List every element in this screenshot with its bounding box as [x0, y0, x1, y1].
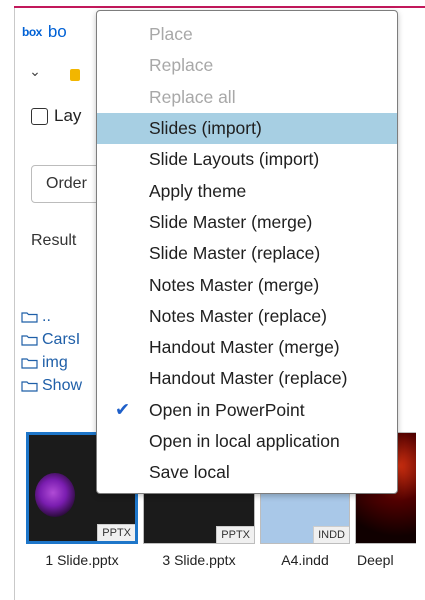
folder-list: .. CarsI img Show [21, 305, 82, 397]
menu-item-label: Slide Layouts (import) [149, 149, 320, 170]
folder-label: .. [42, 307, 51, 325]
file-type-badge: PPTX [97, 524, 135, 541]
menu-item-label: Handout Master (replace) [149, 368, 348, 389]
file-name: 3 Slide.pptx [162, 552, 236, 568]
menu-item-label: Open in local application [149, 431, 340, 451]
menu-item-label: Apply theme [149, 180, 247, 201]
menu-item-label: Open in PowerPoint [149, 399, 305, 420]
layout-checkbox[interactable] [31, 107, 48, 125]
menu-item-label: Notes Master (replace) [149, 305, 327, 326]
menu-item-label: Save local [149, 462, 230, 483]
menu-item-place[interactable]: Place [97, 19, 397, 50]
menu-item-apply-theme[interactable]: Apply theme [97, 175, 397, 206]
menu-item-label: Replace all [149, 86, 236, 107]
file-type-badge: INDD [313, 526, 349, 543]
menu-item-slides-import[interactable]: Slides (import) [97, 112, 397, 145]
folder-item-show[interactable]: Show [21, 374, 82, 397]
folder-icon [21, 334, 38, 346]
menu-item-label: Replace [149, 55, 214, 76]
menu-item-label: Slides (import) [149, 118, 262, 139]
results-label: Result [31, 232, 77, 249]
folder-item-parent[interactable]: .. [21, 305, 82, 328]
folder-label: Show [42, 376, 83, 394]
menu-item-notes-master-merge[interactable]: Notes Master (merge) [97, 269, 397, 300]
menu-item-slide-master-merge[interactable]: Slide Master (merge) [97, 207, 397, 238]
file-type-badge: PPTX [216, 526, 254, 543]
menu-item-open-local-application[interactable]: Open in local application [97, 426, 397, 457]
file-name: A4.indd [281, 552, 329, 568]
chevron-down-icon[interactable]: ⌄ [20, 58, 50, 84]
menu-item-open-in-powerpoint[interactable]: ✔ Open in PowerPoint [97, 395, 397, 426]
toolbar: ⌄ [20, 58, 90, 84]
menu-item-replace[interactable]: Replace [97, 50, 397, 81]
menu-item-label: Notes Master (merge) [149, 274, 320, 295]
check-icon: ✔ [115, 399, 131, 420]
layout-checkbox-label: Lay [54, 106, 82, 125]
file-name: 1 Slide.pptx [45, 552, 119, 568]
folder-label: CarsI [42, 330, 81, 348]
folder-icon [21, 311, 38, 323]
context-menu: Place Replace Replace all Slides (import… [96, 10, 398, 494]
menu-item-handout-master-merge[interactable]: Handout Master (merge) [97, 332, 397, 363]
menu-item-label: Slide Master (replace) [149, 243, 321, 264]
folder-icon [21, 380, 38, 392]
folder-label: img [42, 353, 68, 371]
box-logo: box [22, 25, 42, 39]
accent-bar [14, 6, 425, 8]
file-name: Deepl [357, 552, 394, 568]
folder-item-cars[interactable]: CarsI [21, 328, 82, 351]
brand-title: bo [47, 22, 67, 41]
layout-option[interactable]: Lay [31, 106, 81, 126]
menu-item-label: Place [149, 24, 193, 45]
menu-item-slide-master-replace[interactable]: Slide Master (replace) [97, 238, 397, 269]
menu-item-label: Handout Master (merge) [149, 337, 340, 358]
menu-item-label: Slide Master (merge) [149, 211, 313, 232]
menu-item-notes-master-replace[interactable]: Notes Master (replace) [97, 301, 397, 332]
menu-item-save-local[interactable]: Save local [97, 457, 397, 488]
menu-item-replace-all[interactable]: Replace all [97, 82, 397, 113]
sort-order-value: Order [46, 175, 87, 192]
menu-item-handout-master-replace[interactable]: Handout Master (replace) [97, 363, 397, 394]
folder-item-img[interactable]: img [21, 351, 82, 374]
folder-icon [21, 357, 38, 369]
menu-item-slide-layouts-import[interactable]: Slide Layouts (import) [97, 144, 397, 175]
folder-color-icon[interactable] [60, 58, 90, 84]
brand: box bo [22, 22, 67, 42]
